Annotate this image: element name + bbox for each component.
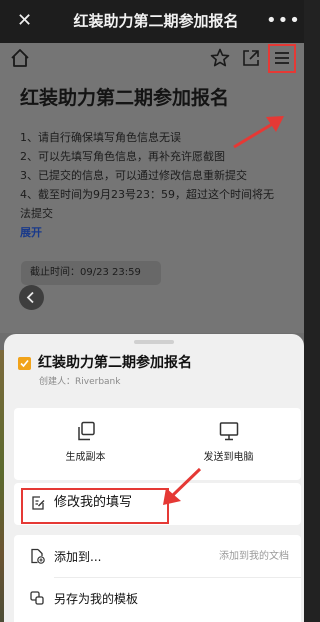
action-card: 生成副本 发送到电脑 bbox=[14, 408, 301, 480]
note-line: 4、截至时间为9月23号23：59，超过这个时间将无 bbox=[20, 188, 274, 201]
save-as-template-row[interactable]: 另存为我的模板 bbox=[14, 579, 301, 619]
bottom-sheet: 红装助力第二期参加报名 创建人：Riverbank 生成副本 发送到电脑 修改我… bbox=[4, 334, 304, 622]
share-icon[interactable] bbox=[240, 47, 262, 69]
document-toolbar bbox=[0, 43, 304, 76]
document-notes: 1、请自行确保填写角色信息无误 2、可以先填写角色信息，再补充许愿截图 3、已提… bbox=[20, 128, 292, 223]
add-doc-icon bbox=[31, 548, 45, 564]
add-to-label: 添加到... bbox=[54, 550, 102, 564]
more-options-list: 添加到... 添加到我的文档 另存为我的模板 bbox=[14, 535, 301, 622]
copy-icon bbox=[78, 421, 95, 441]
note-line: 3、已提交的信息，可以通过修改信息重新提交 bbox=[20, 169, 247, 182]
back-button[interactable] bbox=[19, 285, 44, 310]
check-icon bbox=[20, 359, 29, 368]
monitor-icon bbox=[219, 422, 239, 441]
sheet-document-title: 红装助力第二期参加报名 bbox=[38, 355, 192, 371]
deadline-chip: 截止时间：09/23 23:59 bbox=[21, 261, 161, 285]
window-title: 红装助力第二期参加报名 bbox=[73, 12, 239, 30]
note-line: 1、请自行确保填写角色信息无误 bbox=[20, 131, 181, 144]
save-as-template-label: 另存为我的模板 bbox=[54, 592, 139, 606]
phone-screen: ✕ 红装助力第二期参加报名 ••• 红装助力第二期参加报名 1、请自行确保填写角… bbox=[0, 0, 304, 622]
make-copy-label: 生成副本 bbox=[65, 452, 106, 463]
title-bar: ✕ 红装助力第二期参加报名 ••• bbox=[0, 0, 304, 43]
note-line: 2、可以先填写角色信息，再补充许愿截图 bbox=[20, 150, 225, 163]
creator-label: 创建人：Riverbank bbox=[39, 377, 121, 387]
add-to-row[interactable]: 添加到... 添加到我的文档 bbox=[14, 537, 301, 578]
red-arrow-annotation bbox=[163, 467, 202, 505]
form-type-icon bbox=[18, 357, 31, 370]
add-to-hint: 添加到我的文档 bbox=[219, 551, 289, 562]
document-page: 红装助力第二期参加报名 1、请自行确保填写角色信息无误 2、可以先填写角色信息，… bbox=[0, 43, 304, 333]
note-line: 法提交 bbox=[20, 207, 53, 220]
chevron-left-icon bbox=[26, 291, 34, 304]
modify-highlight-box bbox=[21, 488, 169, 524]
star-icon[interactable] bbox=[209, 47, 231, 69]
divider bbox=[54, 577, 301, 578]
more-dots-icon[interactable]: ••• bbox=[266, 11, 300, 31]
menu-highlight-box bbox=[268, 44, 296, 73]
expand-link[interactable]: 展开 bbox=[20, 224, 42, 240]
template-icon bbox=[30, 591, 44, 605]
make-copy-button[interactable]: 生成副本 bbox=[14, 408, 157, 480]
home-icon[interactable] bbox=[9, 47, 31, 69]
document-title: 红装助力第二期参加报名 bbox=[20, 87, 230, 109]
sheet-handle[interactable] bbox=[134, 340, 174, 344]
close-icon[interactable]: ✕ bbox=[17, 12, 32, 30]
send-to-computer-label: 发送到电脑 bbox=[203, 452, 254, 463]
